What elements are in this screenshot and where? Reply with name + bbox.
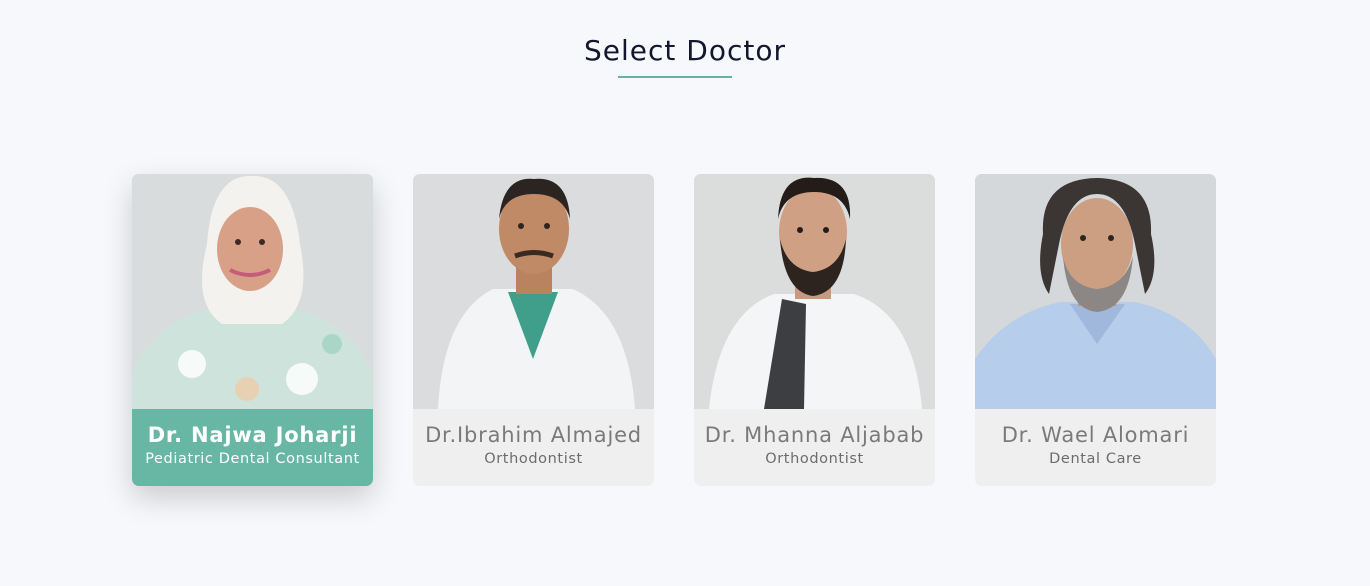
doctor-card-wael-alomari[interactable]: Dr. Wael Alomari Dental Care bbox=[975, 174, 1216, 486]
doctor-photo bbox=[132, 174, 373, 409]
doctor-card-list: Dr. Najwa Joharji Pediatric Dental Consu… bbox=[132, 174, 1216, 486]
doctor-info: Dr.Ibrahim Almajed Orthodontist bbox=[413, 409, 654, 486]
doctor-name: Dr.Ibrahim Almajed bbox=[425, 422, 642, 447]
doctor-specialty: Orthodontist bbox=[765, 450, 864, 467]
doctor-name: Dr. Najwa Joharji bbox=[147, 422, 358, 447]
doctor-specialty: Dental Care bbox=[1049, 450, 1142, 467]
doctor-info: Dr. Mhanna Aljabab Orthodontist bbox=[694, 409, 935, 486]
doctor-photo bbox=[975, 174, 1216, 409]
doctor-info: Dr. Najwa Joharji Pediatric Dental Consu… bbox=[132, 409, 373, 486]
doctor-name: Dr. Wael Alomari bbox=[1001, 422, 1190, 447]
page-title: Select Doctor bbox=[584, 34, 786, 67]
doctor-specialty: Pediatric Dental Consultant bbox=[145, 450, 360, 467]
doctor-photo bbox=[694, 174, 935, 409]
doctor-name: Dr. Mhanna Aljabab bbox=[704, 422, 925, 447]
doctor-card-najwa-joharji[interactable]: Dr. Najwa Joharji Pediatric Dental Consu… bbox=[132, 174, 373, 486]
doctor-card-ibrahim-almajed[interactable]: Dr.Ibrahim Almajed Orthodontist bbox=[413, 174, 654, 486]
doctor-card-mhanna-aljabab[interactable]: Dr. Mhanna Aljabab Orthodontist bbox=[694, 174, 935, 486]
select-doctor-page: Select Doctor Dr. Najwa Joharji Pediatri… bbox=[0, 0, 1370, 586]
doctor-photo bbox=[413, 174, 654, 409]
title-underline bbox=[618, 76, 732, 78]
doctor-specialty: Orthodontist bbox=[484, 450, 583, 467]
doctor-info: Dr. Wael Alomari Dental Care bbox=[975, 409, 1216, 486]
